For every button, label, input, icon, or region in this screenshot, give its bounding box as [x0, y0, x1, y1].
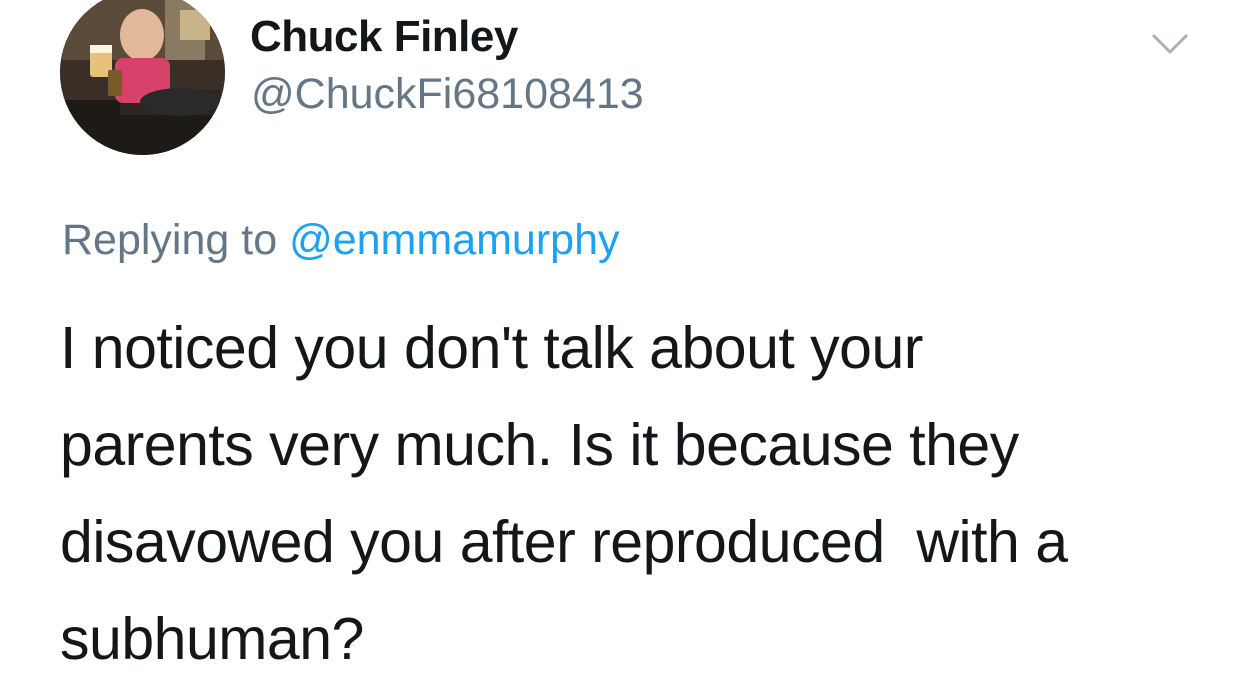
replying-to: Replying to @enmmamurphy — [62, 216, 620, 265]
reply-mention-link[interactable]: @enmmamurphy — [289, 216, 619, 264]
avatar[interactable] — [60, 0, 225, 155]
tweet-text: I noticed you don't talk about your pare… — [60, 315, 1068, 672]
tweet: Chuck Finley @ChuckFi68108413 Replying t… — [0, 0, 1242, 672]
chevron-down-icon[interactable] — [1150, 30, 1190, 58]
avatar-photo — [60, 0, 225, 155]
replying-to-label: Replying to — [62, 216, 290, 264]
display-name[interactable]: Chuck Finley — [250, 12, 518, 62]
user-handle[interactable]: @ChuckFi68108413 — [251, 70, 644, 119]
